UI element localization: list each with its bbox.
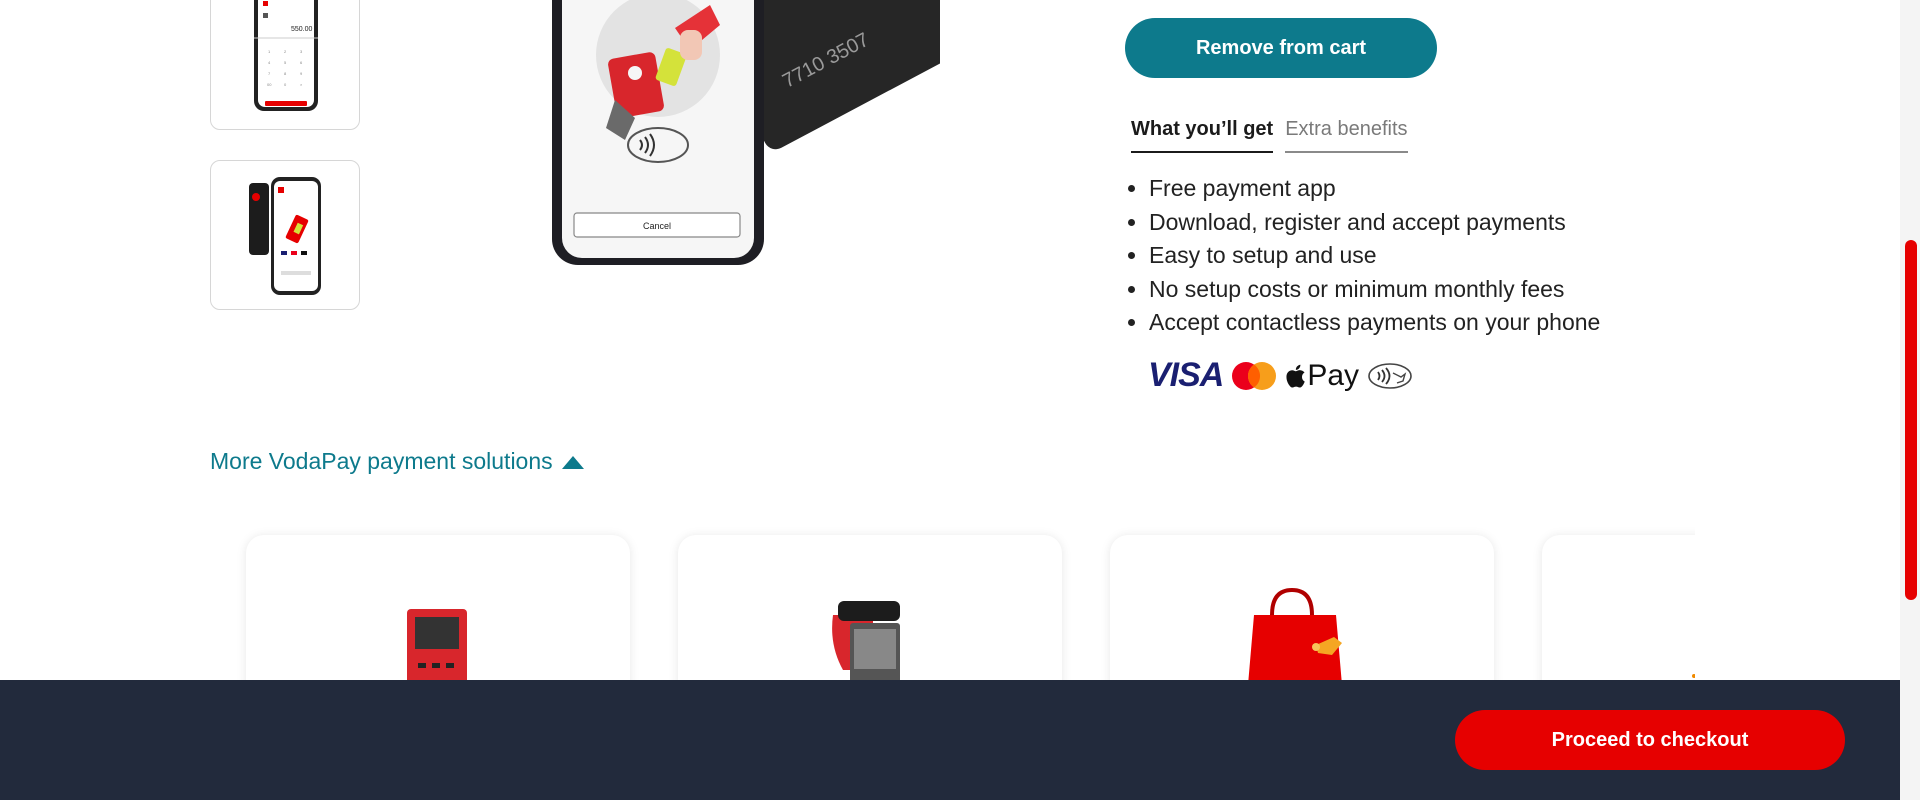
tab-extra-benefits[interactable]: Extra benefits (1285, 112, 1408, 153)
visa-logo: VISA (1148, 356, 1224, 394)
shopping-bag-image (1248, 587, 1342, 680)
card-machine-image (407, 609, 467, 680)
solution-card-4[interactable] (1542, 535, 1695, 680)
page: 550.00 123 456 789 00 0 × 7710 3507 Canc… (0, 0, 1920, 800)
product-thumbnail-2[interactable] (210, 160, 360, 310)
benefit-item: Accept contactless payments on your phon… (1149, 306, 1600, 340)
benefit-item: Easy to setup and use (1149, 239, 1600, 273)
page-scrollbar[interactable] (1900, 0, 1920, 800)
payment-methods: VISA Pay (1148, 356, 1413, 395)
product-tabs: What you’ll get Extra benefits (1131, 112, 1408, 153)
apple-icon (1286, 364, 1306, 387)
partial-product-image (1692, 674, 1695, 678)
solution-card-1[interactable] (246, 535, 630, 680)
phone-with-card-image (249, 177, 321, 295)
hero-cancel-text: Cancel (643, 221, 671, 231)
product-hero-image: 7710 3507 Cancel (540, 0, 940, 280)
checkout-footer: Proceed to checkout (0, 680, 1900, 800)
scrollbar-thumb[interactable] (1905, 240, 1917, 600)
caret-up-icon (561, 455, 584, 469)
product-thumbnail-1[interactable]: 550.00 123 456 789 00 0 × (210, 0, 360, 130)
remove-from-cart-button[interactable]: Remove from cart (1125, 18, 1437, 78)
proceed-to-checkout-button[interactable]: Proceed to checkout (1455, 710, 1845, 770)
benefit-item: No setup costs or minimum monthly fees (1149, 273, 1600, 307)
tab-what-youll-get[interactable]: What you’ll get (1131, 112, 1274, 153)
mastercard-logo (1232, 361, 1277, 390)
apple-pay-text: Pay (1307, 358, 1360, 392)
benefits-list: Free payment app Download, register and … (1149, 172, 1600, 340)
contactless-icon (1368, 362, 1412, 389)
svg-text:00: 00 (267, 82, 272, 87)
thumb-amount: 550.00 (291, 26, 313, 33)
more-solutions-label: More VodaPay payment solutions (210, 448, 553, 474)
more-solutions-toggle[interactable]: More VodaPay payment solutions (210, 448, 585, 475)
solution-card-2[interactable] (678, 535, 1062, 680)
solution-card-3[interactable] (1110, 535, 1494, 680)
phone-keypad-image: 550.00 123 456 789 00 0 × (254, 0, 318, 111)
apple-pay-logo: Pay (1285, 359, 1359, 393)
payment-terminal-image (832, 601, 900, 680)
benefit-item: Free payment app (1149, 172, 1600, 206)
benefit-item: Download, register and accept payments (1149, 206, 1600, 240)
solutions-carousel (210, 520, 1695, 680)
